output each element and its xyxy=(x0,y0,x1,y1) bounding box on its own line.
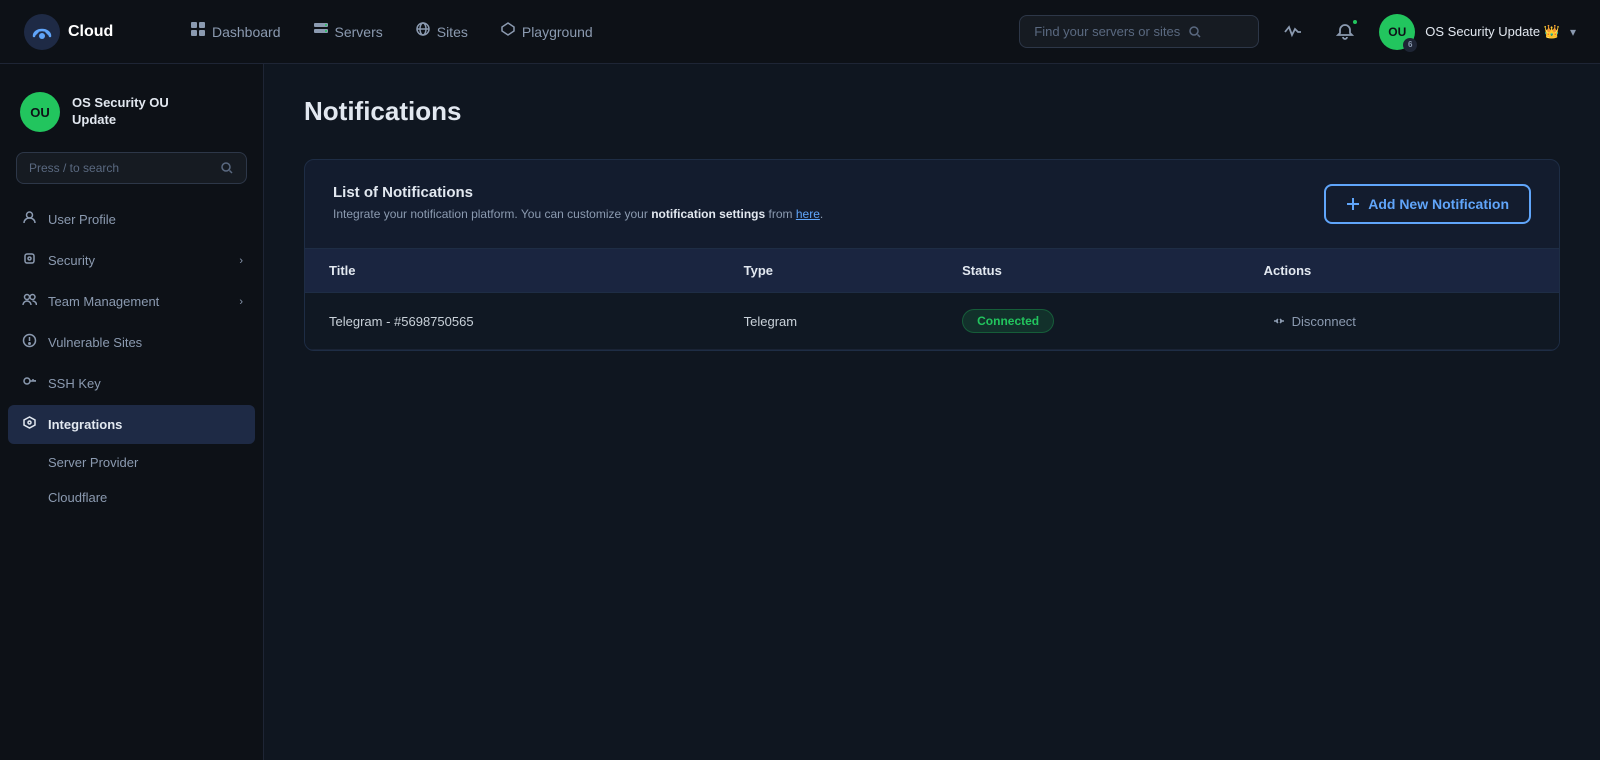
sidebar-search[interactable]: Press / to search xyxy=(16,152,247,184)
workspace-avatar: OU xyxy=(20,92,60,132)
sidebar-item-vulnerable-sites-label: Vulnerable Sites xyxy=(48,335,142,350)
sidebar: OU OS Security OU Update Press / to sear… xyxy=(0,64,264,760)
search-icon xyxy=(1188,25,1202,39)
team-management-icon xyxy=(20,292,38,311)
user-badge: 6 xyxy=(1403,38,1417,52)
table-header-row: Title Type Status Actions xyxy=(305,249,1559,293)
sidebar-item-security-label: Security xyxy=(48,253,95,268)
sidebar-subitem-server-provider[interactable]: Server Provider xyxy=(8,446,255,479)
security-icon xyxy=(20,251,38,270)
security-caret-icon: › xyxy=(239,255,243,267)
plus-icon xyxy=(1346,197,1360,211)
add-notification-button[interactable]: Add New Notification xyxy=(1324,184,1531,224)
nav-links: Dashboard Servers Sites Playground xyxy=(176,13,607,50)
activity-icon xyxy=(1284,23,1302,41)
notifications-card-description: Integrate your notification platform. Yo… xyxy=(333,207,823,221)
sidebar-item-ssh-key-label: SSH Key xyxy=(48,376,101,391)
bell-icon xyxy=(1336,23,1354,41)
vulnerable-sites-icon xyxy=(20,333,38,352)
sidebar-item-integrations-label: Integrations xyxy=(48,417,122,432)
notifications-table: Title Type Status Actions Telegram - #56… xyxy=(305,249,1559,350)
nav-sites[interactable]: Sites xyxy=(401,13,482,50)
disconnect-button[interactable]: Disconnect xyxy=(1264,310,1364,333)
notifications-table-header: Title Type Status Actions xyxy=(305,249,1559,293)
user-name: OS Security Update 👑 xyxy=(1425,24,1560,40)
row-actions: Disconnect xyxy=(1240,293,1559,350)
nav-servers-label: Servers xyxy=(335,24,383,40)
notifications-header-info: List of Notifications Integrate your not… xyxy=(333,184,823,221)
disconnect-icon xyxy=(1272,314,1286,328)
user-menu-caret[interactable]: ▾ xyxy=(1570,25,1576,39)
nav-sites-label: Sites xyxy=(437,24,468,40)
sidebar-search-placeholder: Press / to search xyxy=(29,161,119,175)
sidebar-item-ssh-key[interactable]: SSH Key xyxy=(8,364,255,403)
status-badge: Connected xyxy=(962,309,1054,333)
user-menu[interactable]: OU 6 OS Security Update 👑 ▾ xyxy=(1379,14,1576,50)
col-header-status: Status xyxy=(938,249,1239,293)
workspace-section: OU OS Security OU Update xyxy=(0,84,263,152)
row-type: Telegram xyxy=(720,293,938,350)
notification-settings-link[interactable]: here xyxy=(796,207,820,221)
ssh-key-icon xyxy=(20,374,38,393)
nav-dashboard-label: Dashboard xyxy=(212,24,281,40)
row-title: Telegram - #5698750565 xyxy=(305,293,720,350)
row-status: Connected xyxy=(938,293,1239,350)
nav-playground-label: Playground xyxy=(522,24,593,40)
main-layout: OU OS Security OU Update Press / to sear… xyxy=(0,64,1600,760)
sidebar-item-team-management[interactable]: Team Management › xyxy=(8,282,255,321)
col-header-actions: Actions xyxy=(1240,249,1559,293)
sites-icon xyxy=(415,21,431,42)
notifications-card-title: List of Notifications xyxy=(333,184,823,201)
table-row: Telegram - #5698750565 Telegram Connecte… xyxy=(305,293,1559,350)
sidebar-subitem-server-provider-label: Server Provider xyxy=(48,455,138,470)
nav-right: Find your servers or sites OU 6 OS Secur… xyxy=(1019,14,1576,50)
page-title: Notifications xyxy=(304,96,1560,127)
servers-icon xyxy=(313,21,329,42)
workspace-name: OS Security OU Update xyxy=(72,95,169,129)
notifications-icon-btn[interactable] xyxy=(1327,14,1363,50)
col-header-title: Title xyxy=(305,249,720,293)
dashboard-icon xyxy=(190,21,206,42)
sidebar-item-vulnerable-sites[interactable]: Vulnerable Sites xyxy=(8,323,255,362)
col-header-type: Type xyxy=(720,249,938,293)
main-content: Notifications List of Notifications Inte… xyxy=(264,64,1600,760)
nav-dashboard[interactable]: Dashboard xyxy=(176,13,295,50)
logo[interactable]: Cloud xyxy=(24,14,144,50)
top-navigation: Cloud Dashboard Servers Sites Playgroun xyxy=(0,0,1600,64)
sidebar-search-icon xyxy=(220,161,234,175)
integrations-icon xyxy=(20,415,38,434)
global-search[interactable]: Find your servers or sites xyxy=(1019,15,1259,48)
notification-dot xyxy=(1351,18,1359,26)
sidebar-item-user-profile-label: User Profile xyxy=(48,212,116,227)
sidebar-subitem-cloudflare-label: Cloudflare xyxy=(48,490,107,505)
notifications-card-header: List of Notifications Integrate your not… xyxy=(305,160,1559,249)
user-avatar: OU 6 xyxy=(1379,14,1415,50)
activity-icon-btn[interactable] xyxy=(1275,14,1311,50)
nav-playground[interactable]: Playground xyxy=(486,13,607,50)
nav-servers[interactable]: Servers xyxy=(299,13,397,50)
sidebar-item-user-profile[interactable]: User Profile xyxy=(8,200,255,239)
notifications-table-body: Telegram - #5698750565 Telegram Connecte… xyxy=(305,293,1559,350)
team-management-caret-icon: › xyxy=(239,296,243,308)
sidebar-subitem-cloudflare[interactable]: Cloudflare xyxy=(8,481,255,514)
sidebar-item-security[interactable]: Security › xyxy=(8,241,255,280)
sidebar-item-team-management-label: Team Management xyxy=(48,294,159,309)
logo-text: Cloud xyxy=(68,23,113,41)
playground-icon xyxy=(500,21,516,42)
user-profile-icon xyxy=(20,210,38,229)
search-placeholder-text: Find your servers or sites xyxy=(1034,24,1180,39)
notifications-card: List of Notifications Integrate your not… xyxy=(304,159,1560,351)
sidebar-menu: User Profile Security › Team Management … xyxy=(0,200,263,514)
sidebar-item-integrations[interactable]: Integrations xyxy=(8,405,255,444)
